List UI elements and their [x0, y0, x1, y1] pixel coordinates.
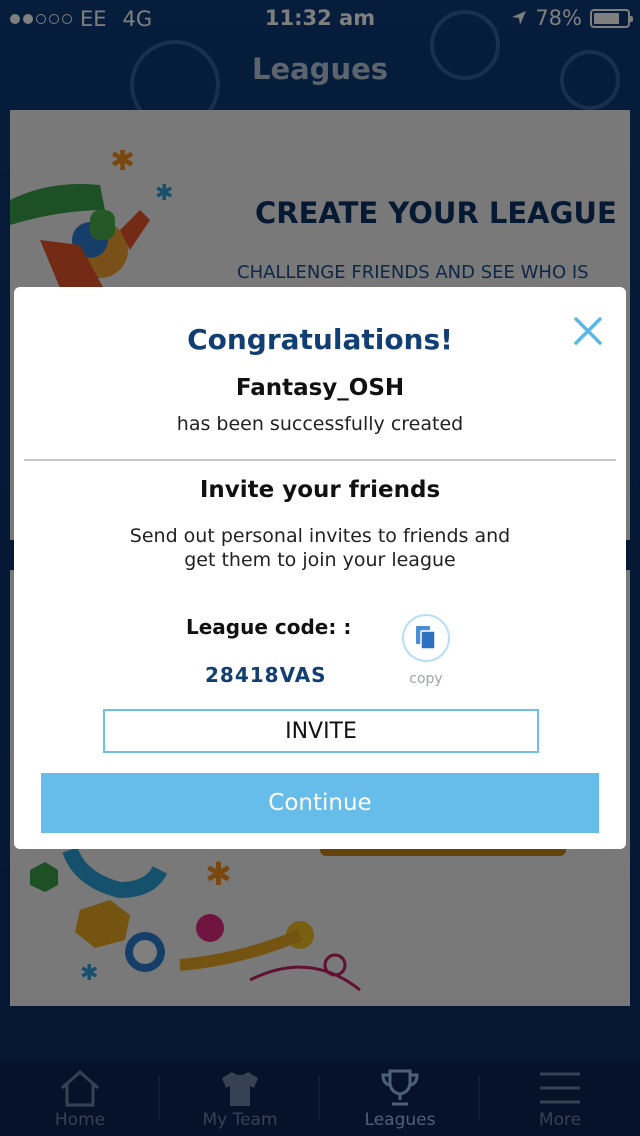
divider: [24, 459, 616, 461]
success-message: has been successfully created: [176, 413, 464, 435]
league-code-label: League code: :: [186, 615, 352, 639]
invite-button[interactable]: INVITE: [103, 709, 539, 753]
league-created-dialog: Congratulations! Fantasy_OSH has been su…: [14, 287, 626, 849]
copy-label: copy: [409, 671, 443, 687]
dialog-title: Congratulations!: [187, 323, 453, 356]
invite-description: Send out personal invites to friends and…: [129, 525, 511, 571]
copy-icon: [416, 626, 436, 650]
league-code-value: 28418VAS: [205, 663, 327, 687]
league-name: Fantasy_OSH: [235, 375, 405, 401]
copy-code-button[interactable]: [402, 614, 450, 662]
continue-button[interactable]: Continue: [41, 773, 599, 833]
invite-heading: Invite your friends: [199, 477, 441, 503]
